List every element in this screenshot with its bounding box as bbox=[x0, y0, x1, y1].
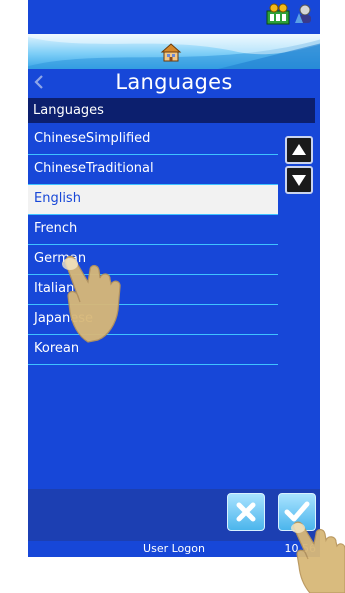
footer-user-logon[interactable]: User Logon bbox=[28, 541, 320, 557]
list-item-english[interactable]: English bbox=[28, 185, 278, 215]
home-icon[interactable] bbox=[160, 41, 182, 63]
user-status-icon bbox=[295, 4, 311, 23]
close-icon bbox=[236, 502, 256, 522]
bottom-action-bar bbox=[28, 489, 320, 541]
list-header: Languages bbox=[28, 98, 315, 123]
arrow-up-icon bbox=[292, 144, 306, 155]
list-item-chinese-simplified[interactable]: ChineseSimplified bbox=[28, 125, 278, 155]
page-title: Languages bbox=[115, 70, 233, 94]
arrow-down-icon bbox=[292, 175, 306, 186]
tap-hand-icon bbox=[291, 521, 345, 593]
list-item-chinese-traditional[interactable]: ChineseTraditional bbox=[28, 155, 278, 185]
title-row: Languages bbox=[28, 69, 320, 96]
status-icons bbox=[266, 3, 314, 25]
network-status-icon bbox=[266, 3, 290, 25]
status-bar bbox=[28, 0, 320, 34]
scroll-down-button[interactable] bbox=[285, 166, 313, 194]
list-item-french[interactable]: French bbox=[28, 215, 278, 245]
footer: User Logon 10 56 bbox=[28, 541, 320, 557]
scroll-up-button[interactable] bbox=[285, 136, 313, 164]
cancel-button[interactable] bbox=[227, 493, 265, 531]
header-band bbox=[28, 34, 320, 69]
tap-hand-icon bbox=[62, 255, 121, 343]
